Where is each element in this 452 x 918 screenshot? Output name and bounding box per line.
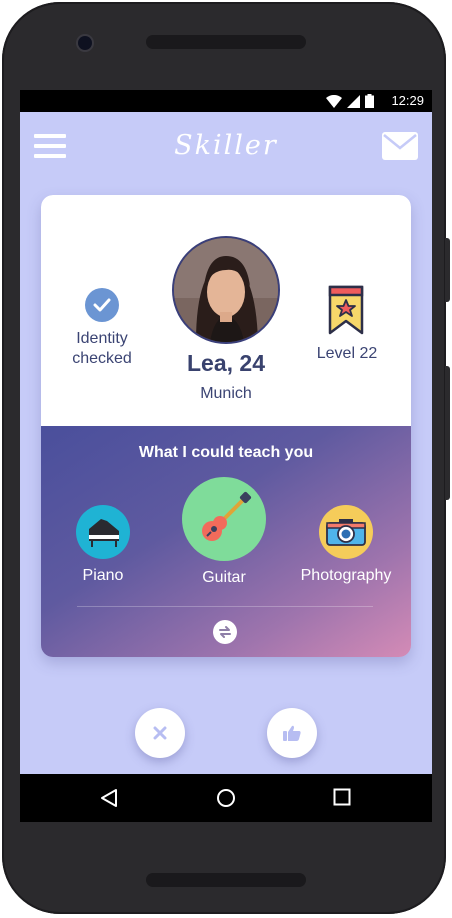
recents-icon[interactable]	[333, 788, 351, 806]
front-camera	[78, 36, 92, 50]
skill-label: Guitar	[202, 569, 246, 586]
profile-header: Identity checked Lea, 24 Munich Level 22	[41, 195, 411, 426]
piano-icon	[76, 505, 130, 559]
close-icon	[153, 726, 167, 740]
skill-label: Piano	[82, 567, 124, 584]
teach-title: What I could teach you	[138, 444, 314, 461]
volume-button	[445, 238, 450, 302]
app-bar: Skiller	[20, 112, 432, 174]
swap-button[interactable]	[213, 620, 237, 644]
signal-icon	[347, 94, 360, 108]
teach-section: What I could teach you Piano Guitar Phot…	[41, 426, 411, 657]
phone-frame: 12:29 Skiller Identity checked Lea, 24 M…	[2, 2, 446, 914]
check-icon	[93, 298, 111, 312]
level-label: Level 22	[316, 345, 378, 362]
level-badge-icon	[328, 285, 364, 335]
status-time: 12:29	[391, 93, 424, 108]
skill-label: Photography	[300, 567, 392, 584]
profile-city: Munich	[200, 385, 252, 402]
like-button[interactable]	[267, 708, 317, 758]
power-button	[445, 366, 450, 500]
guitar-icon	[182, 477, 266, 561]
reject-button[interactable]	[135, 708, 185, 758]
app-title: Skiller	[174, 130, 278, 161]
skill-photography[interactable]: Photography	[295, 505, 397, 585]
system-nav-bar	[20, 774, 432, 822]
camera-icon	[319, 505, 373, 559]
skill-piano[interactable]: Piano	[58, 505, 148, 585]
profile-card: Identity checked Lea, 24 Munich Level 22…	[41, 195, 411, 657]
profile-photo	[174, 238, 278, 342]
status-icons	[326, 94, 374, 108]
wifi-icon	[326, 94, 342, 108]
status-bar: 12:29	[20, 90, 432, 112]
avatar[interactable]	[172, 236, 280, 344]
thumbs-up-icon	[283, 725, 301, 741]
swap-arrows-icon	[219, 626, 231, 638]
back-icon[interactable]	[100, 788, 118, 808]
identity-checked-badge	[85, 288, 119, 322]
bottom-speaker	[146, 873, 306, 887]
divider	[77, 606, 373, 607]
skill-guitar[interactable]: Guitar	[176, 477, 272, 587]
battery-icon	[365, 94, 374, 108]
screen: 12:29 Skiller Identity checked Lea, 24 M…	[20, 90, 432, 822]
earpiece-speaker	[146, 35, 306, 49]
mail-icon[interactable]	[382, 132, 418, 160]
home-icon[interactable]	[216, 788, 236, 808]
